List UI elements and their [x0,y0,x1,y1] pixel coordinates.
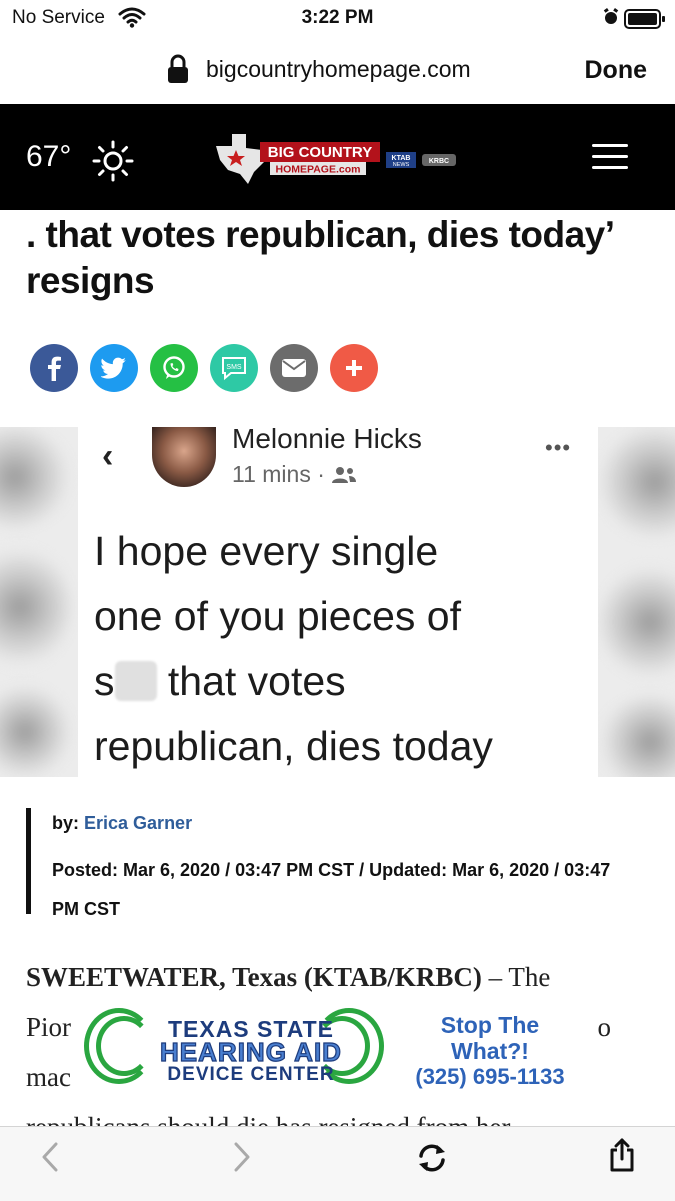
ad-right-1: Stop The [440,1012,540,1038]
friends-icon [332,467,357,483]
ad-banner[interactable]: TEXAS STATE HEARING AID DEVICE CENTER St… [84,1004,584,1090]
svg-text:KRBC: KRBC [429,158,449,165]
facebook-share-button[interactable] [30,344,78,392]
ad-right-2: What?! [451,1038,529,1064]
url-bar: bigcountryhomepage.com Done [0,36,675,104]
author-link[interactable]: Erica Garner [84,813,192,833]
logo-line-2: HOMEPAGE.com [276,164,361,176]
more-options-icon: ••• [545,435,572,460]
post-text: I hope every single one of you pieces of… [94,528,493,769]
battery-icon [624,9,666,35]
ad-phone: (325) 695-1133 [415,1064,565,1089]
post-dates: Posted: Mar 6, 2020 / 03:47 PM CST / Upd… [52,860,611,919]
svg-text:SMS: SMS [226,364,242,371]
twitter-icon [101,357,126,379]
logo-line-1: BIG COUNTRY [268,144,372,161]
svg-text:NEWS: NEWS [393,162,410,168]
site-logo[interactable]: BIG COUNTRY HOMEPAGE.com KTAB NEWS KRBC [214,132,460,191]
avatar [152,427,216,487]
byline: by: Erica Garner Posted: Mar 6, 2020 / 0… [26,808,651,919]
sms-icon: SMS [222,357,246,381]
article-image: ‹ Melonnie Hicks 11 mins · ••• I hope ev… [0,427,675,777]
article-headline: said she hopes ‘every single one’ . . . … [26,214,613,301]
chevron-left-icon: ‹ [102,437,114,475]
hamburger-menu-icon[interactable] [592,144,628,170]
sun-icon [92,140,134,187]
headline-container: said she hopes ‘every single one’ . . . … [26,210,656,320]
clock: 3:22 PM [301,7,374,28]
back-arrow-icon[interactable] [40,1141,60,1178]
facebook-icon [48,356,61,381]
site-header: 67° BIG COUNTRY HOMEPAGE.com KTAB NEWS K [0,104,675,210]
whatsapp-share-button[interactable] [150,344,198,392]
by-label: by: [52,813,79,833]
whatsapp-icon [163,356,185,379]
status-bar: No Service 3:22 PM [0,0,675,36]
sms-share-button[interactable]: SMS [210,344,258,392]
url-domain[interactable]: bigcountryhomepage.com [206,56,471,83]
email-share-button[interactable] [270,344,318,392]
refresh-icon[interactable] [416,1143,448,1178]
share-icon[interactable] [608,1137,636,1178]
forward-arrow-icon[interactable] [232,1141,252,1178]
ad-line-3: DEVICE CENTER [167,1064,335,1085]
alarm-icon [602,8,620,32]
plus-icon [346,360,362,376]
post-time: 11 mins · [232,461,357,488]
temperature: 67° [26,140,72,173]
post-card: ‹ Melonnie Hicks 11 mins · ••• I hope ev… [78,427,598,777]
browser-toolbar [0,1126,675,1201]
svg-text:KTAB: KTAB [392,155,411,162]
post-author: Melonnie Hicks [232,427,422,454]
dateline: SWEETWATER, Texas (KTAB/KRBC) [26,962,482,992]
done-button[interactable]: Done [585,56,648,85]
more-share-button[interactable] [330,344,378,392]
censor-blur [114,661,157,701]
lock-icon [166,54,190,89]
twitter-share-button[interactable] [90,344,138,392]
envelope-icon [282,359,306,377]
